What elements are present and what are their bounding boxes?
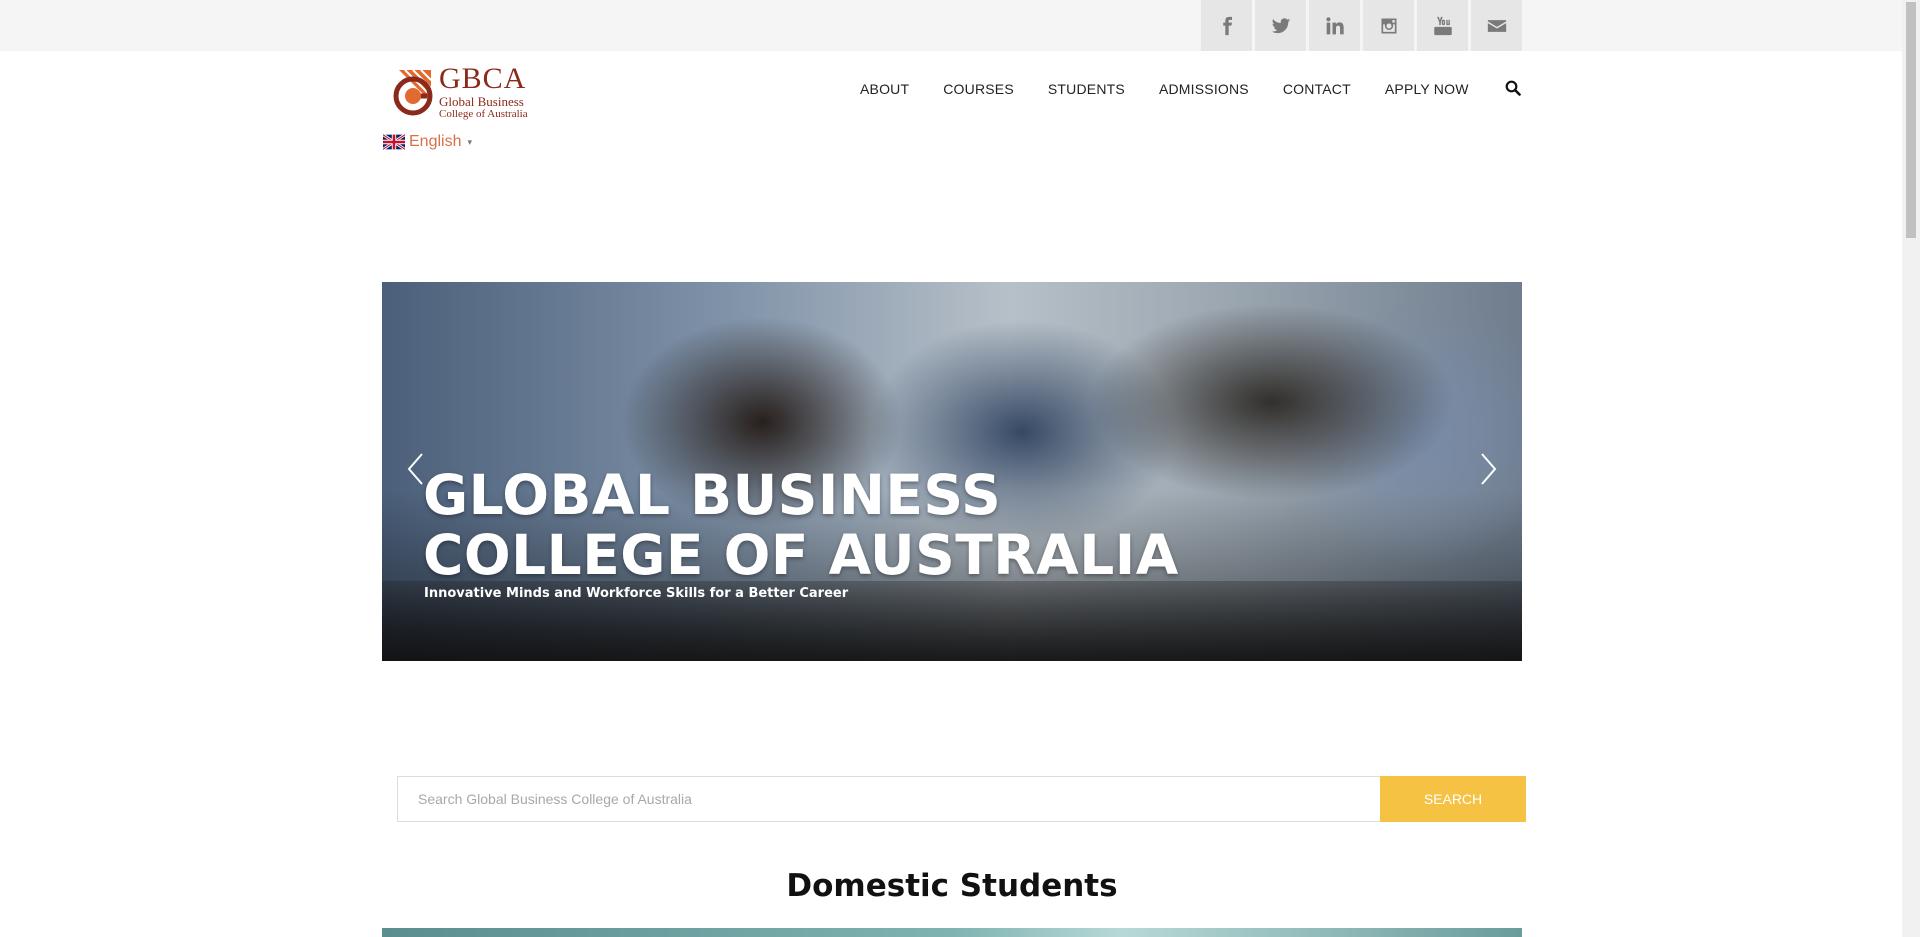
envelope-icon [1487,19,1506,32]
language-label: English [409,133,462,150]
nav-admissions[interactable]: ADMISSIONS [1159,81,1249,97]
nav-apply-now[interactable]: APPLY NOW [1385,81,1469,97]
nav-students[interactable]: STUDENTS [1048,81,1125,97]
email-button[interactable] [1471,0,1522,51]
nav-about[interactable]: ABOUT [860,81,909,97]
site-search-button[interactable]: SEARCH [1380,776,1526,822]
top-bar [0,0,1902,51]
logo-emblem-icon [391,66,435,118]
nav-contact[interactable]: CONTACT [1283,81,1351,97]
college-logo[interactable]: GBCA Global Business College of Australi… [391,63,541,121]
youtube-icon [1433,16,1452,35]
twitter-icon [1271,17,1290,33]
hero-title-line1: GLOBAL BUSINESS [423,463,1002,527]
logo-text: GBCA Global Business College of Australi… [439,64,528,120]
chevron-right-icon [1481,453,1497,485]
section-banner-image [382,928,1522,937]
site-search: SEARCH [397,776,1526,822]
social-links [1201,0,1522,51]
scrollbar-thumb[interactable] [1906,2,1916,238]
linkedin-icon [1325,16,1344,34]
hero-title-line2: COLLEGE OF AUSTRALIA [423,523,1179,587]
hero-subtitle: Innovative Minds and Workforce Skills fo… [424,586,849,601]
site-search-input[interactable] [397,776,1380,822]
uk-flag-icon [383,134,405,150]
twitter-button[interactable] [1255,0,1306,51]
logo-line1: Global Business [439,94,524,109]
facebook-button[interactable] [1201,0,1252,51]
logo-line2: College of Australia [439,108,528,120]
site-header: GBCA Global Business College of Australi… [0,51,1902,151]
facebook-icon [1222,16,1232,35]
language-selector[interactable]: English ▾ [383,133,472,151]
instagram-icon [1381,18,1396,33]
hero-title: GLOBAL BUSINESS COLLEGE OF AUSTRALIA [423,465,1179,585]
search-icon[interactable] [1505,80,1521,96]
main-nav: ABOUT COURSES STUDENTS ADMISSIONS CONTAC… [860,81,1503,97]
hero-slider: GLOBAL BUSINESS COLLEGE OF AUSTRALIA Inn… [382,282,1522,661]
linkedin-button[interactable] [1309,0,1360,51]
page-scrollbar[interactable] [1902,0,1920,937]
section-heading: Domestic Students [786,868,1118,904]
logo-abbr: GBCA [439,62,527,95]
youtube-button[interactable] [1417,0,1468,51]
nav-courses[interactable]: COURSES [943,81,1014,97]
slider-next-button[interactable] [1478,452,1498,486]
instagram-button[interactable] [1363,0,1414,51]
chevron-down-icon: ▾ [467,136,473,147]
